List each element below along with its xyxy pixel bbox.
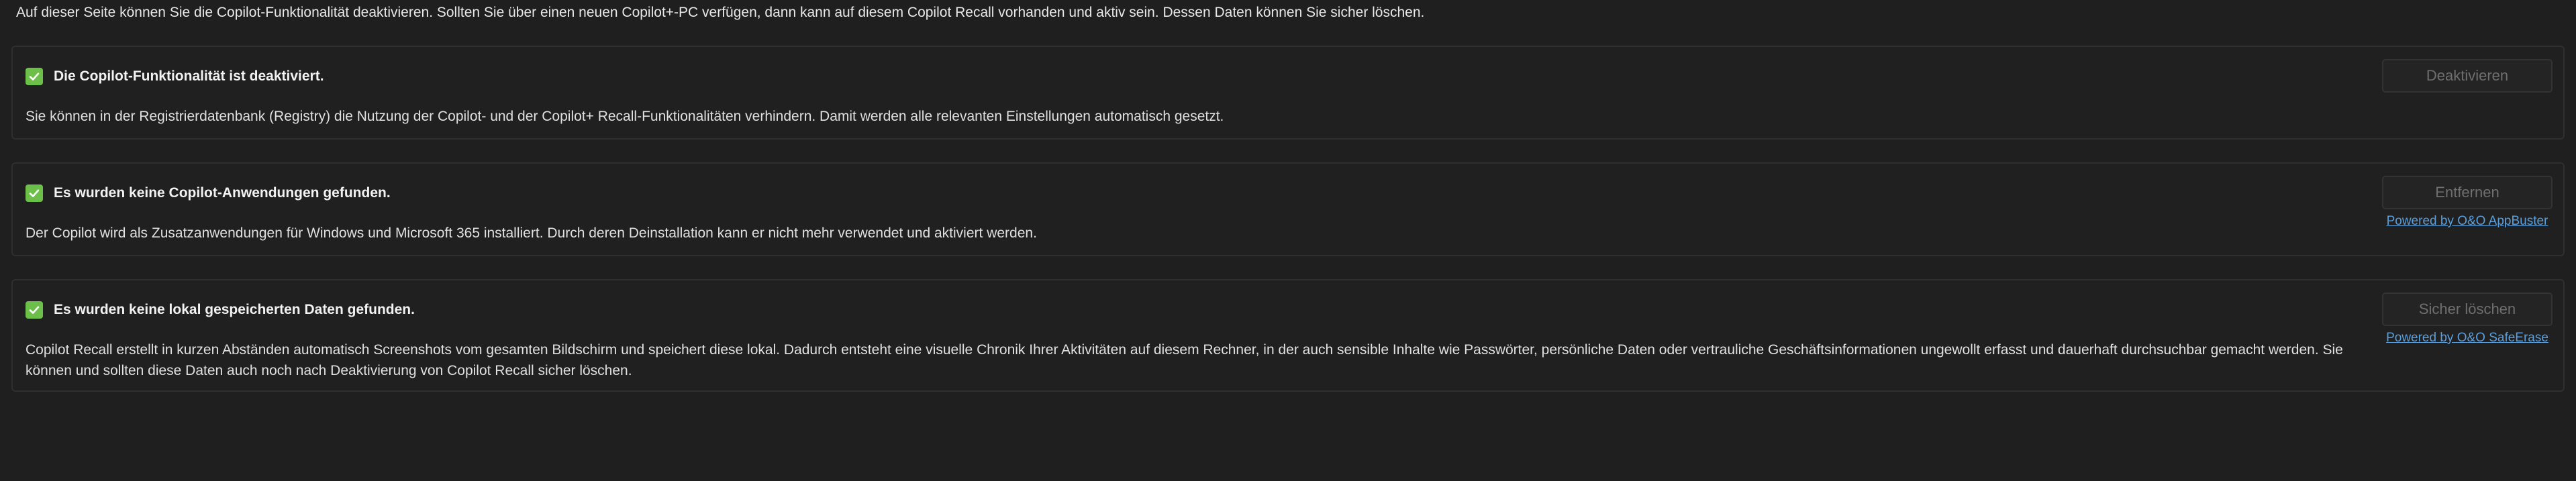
secure-delete-button[interactable]: Sicher löschen: [2382, 292, 2553, 326]
remove-button[interactable]: Entfernen: [2382, 176, 2553, 209]
copilot-functionality-section: Die Copilot-Funktionalität ist deaktivie…: [11, 46, 2565, 140]
checkmark-icon: [26, 68, 43, 85]
appbuster-link[interactable]: Powered by O&O AppBuster: [2382, 213, 2553, 229]
section-description: Copilot Recall erstellt in kurzen Abstän…: [26, 342, 2343, 378]
section-title: Es wurden keine lokal gespeicherten Date…: [54, 302, 415, 317]
section-title: Es wurden keine Copilot-Anwendungen gefu…: [54, 185, 391, 201]
deactivate-button[interactable]: Deaktivieren: [2382, 59, 2553, 93]
checkmark-icon: [26, 301, 43, 319]
section-description: Sie können in der Registrierdatenbank (R…: [26, 109, 1224, 124]
safeerase-link[interactable]: Powered by O&O SafeErase: [2382, 330, 2553, 346]
checkmark-icon: [26, 184, 43, 202]
intro-text: Auf dieser Seite können Sie die Copilot-…: [16, 5, 1425, 20]
recall-data-section: Es wurden keine lokal gespeicherten Date…: [11, 279, 2565, 392]
section-description: Der Copilot wird als Zusatzanwendungen f…: [26, 225, 1037, 241]
section-title: Die Copilot-Funktionalität ist deaktivie…: [54, 68, 324, 84]
copilot-apps-section: Es wurden keine Copilot-Anwendungen gefu…: [11, 162, 2565, 256]
